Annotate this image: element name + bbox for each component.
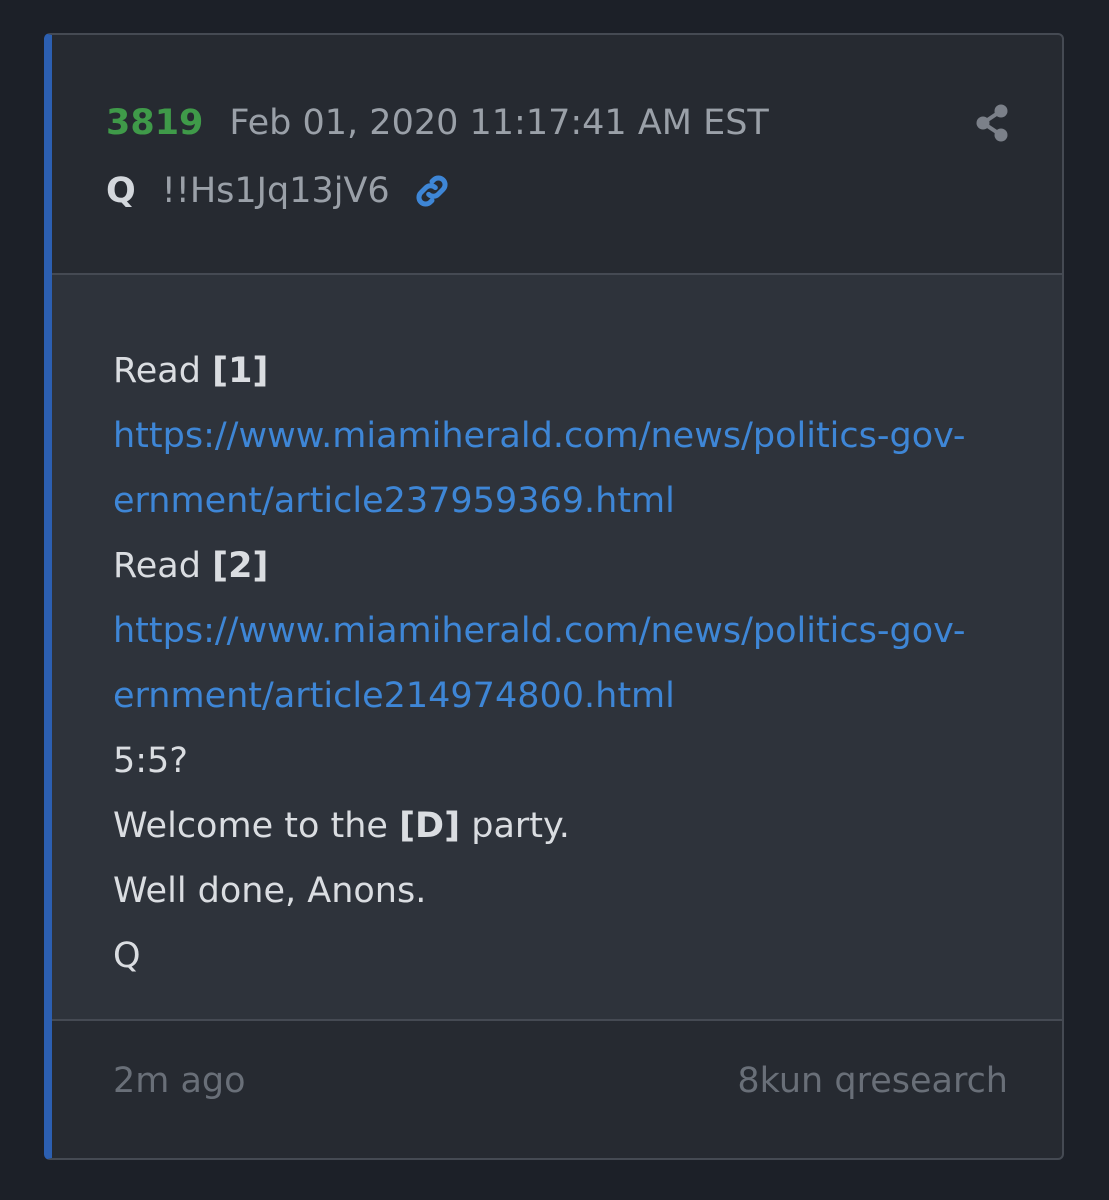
author-row: Q !!Hs1Jq13jV6 — [106, 169, 452, 213]
share-icon[interactable] — [974, 103, 1010, 147]
article-link-2[interactable]: https://www.miamiherald.com/news/politic… — [113, 599, 966, 729]
post-header: 3819 Feb 01, 2020 11:17:41 AM EST Q !!Hs… — [52, 35, 1062, 275]
ref-marker: [1] — [212, 351, 269, 391]
content-line: 5:5? — [113, 741, 188, 781]
link-text: https://www.miamiherald.com/news/politic… — [113, 416, 966, 456]
author-name: Q — [106, 171, 136, 211]
content-line: Read [1] — [113, 339, 966, 404]
post-content: Read [1] https://www.miamiherald.com/new… — [113, 339, 966, 989]
link-text: ernment/article237959369.html — [113, 481, 675, 521]
post-number[interactable]: 3819 — [106, 101, 203, 145]
post-card: 3819 Feb 01, 2020 11:17:41 AM EST Q !!Hs… — [44, 33, 1064, 1160]
post-date: Feb 01, 2020 11:17:41 AM EST — [229, 103, 769, 143]
link-icon[interactable] — [412, 171, 452, 211]
article-link-1[interactable]: https://www.miamiherald.com/news/politic… — [113, 404, 966, 534]
link-text: https://www.miamiherald.com/news/politic… — [113, 611, 966, 651]
content-line: Welcome to the [D] party. — [113, 794, 966, 859]
post-footer: 2m ago 8kun qresearch — [52, 1023, 1062, 1158]
ref-marker: [D] — [399, 806, 461, 846]
tripcode: !!Hs1Jq13jV6 — [161, 171, 390, 211]
content-line: Read [2] — [113, 534, 966, 599]
time-ago: 2m ago — [113, 1061, 246, 1101]
text-fragment: party. — [460, 806, 570, 846]
source-label: 8kun qresearch — [737, 1061, 1008, 1101]
content-line: Well done, Anons. — [113, 871, 427, 911]
link-text: ernment/article214974800.html — [113, 676, 675, 716]
signature: Q — [113, 936, 141, 976]
ref-marker: [2] — [212, 546, 269, 586]
read-label: Read — [113, 351, 213, 391]
text-fragment: Welcome to the — [113, 806, 400, 846]
read-label: Read — [113, 546, 213, 586]
post-meta: 3819 Feb 01, 2020 11:17:41 AM EST — [106, 101, 769, 145]
